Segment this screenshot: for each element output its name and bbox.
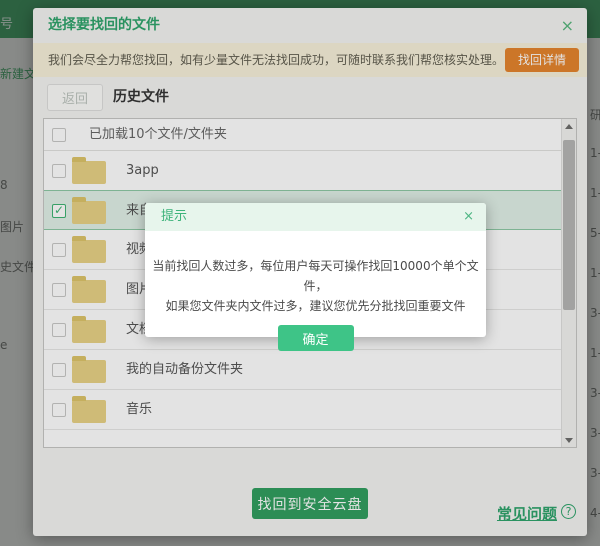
screen: 号新建文8图片史文件e 研1-1-5-1-3-1-3-3-3-4- 选择要找回的… (0, 0, 600, 546)
ok-button[interactable]: 确定 (278, 325, 354, 351)
tip-message-line2: 如果您文件夹内文件过多，建议您优先分批找回重要文件 (145, 296, 486, 316)
tip-message-line1: 当前找回人数过多，每位用户每天可操作找回10000个单个文件， (145, 256, 486, 296)
tip-dialog-body: 当前找回人数过多，每位用户每天可操作找回10000个单个文件， 如果您文件夹内文… (145, 231, 486, 351)
tip-dialog-title: 提示 (161, 203, 187, 231)
tip-dialog-close-icon[interactable]: × (463, 203, 474, 231)
tip-dialog-header: 提示 × (145, 203, 486, 231)
tip-dialog: 提示 × 当前找回人数过多，每位用户每天可操作找回10000个单个文件， 如果您… (145, 203, 486, 337)
